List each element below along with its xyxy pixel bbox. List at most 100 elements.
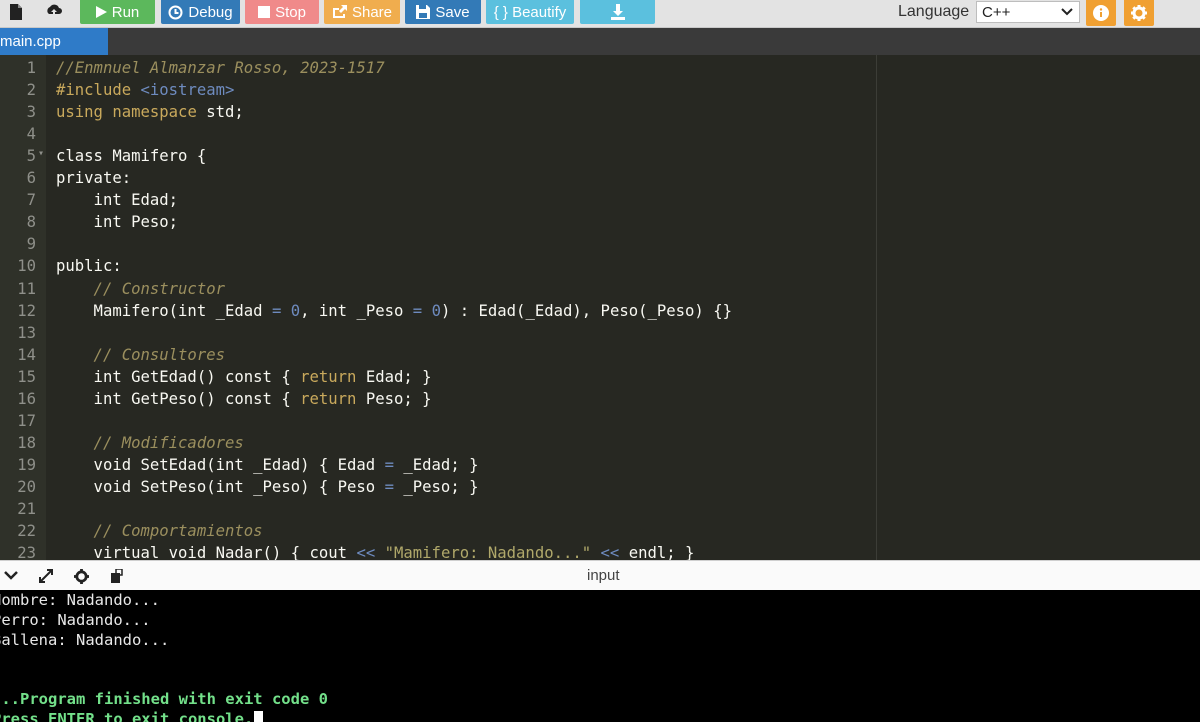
code-line[interactable]: 22 // Comportamientos — [0, 520, 1200, 542]
code-line[interactable]: 6 private: — [0, 167, 1200, 189]
console-output[interactable]: Nombre: Nadando... Perro: Nadando... Balle… — [0, 590, 1200, 722]
fold-toggle-icon[interactable]: ▾ — [38, 143, 44, 165]
code-line[interactable]: 19 void SetEdad(int _Edad) { Edad = _Eda… — [0, 454, 1200, 476]
share-label: Share — [351, 3, 393, 21]
code-text: private: — [56, 169, 132, 188]
share-button[interactable]: Share — [324, 0, 400, 24]
line-number: 9 — [26, 235, 36, 254]
line-number: 22 — [17, 522, 36, 541]
expand-icon[interactable] — [37, 568, 55, 584]
code-text: int GetEdad() const { return Edad; } — [56, 367, 432, 386]
download-icon — [610, 4, 625, 20]
code-line[interactable]: 5 ▾ class Mamifero { — [0, 145, 1200, 167]
debug-icon — [168, 5, 183, 19]
code-editor[interactable]: 1 //Enmnuel Almanzar Rosso, 2023-1517 2 #in… — [0, 55, 1200, 560]
code-line[interactable]: 1 //Enmnuel Almanzar Rosso, 2023-1517 — [0, 57, 1200, 79]
line-number: 5 — [26, 147, 36, 166]
code-text: // Modificadores — [56, 433, 244, 452]
code-line[interactable]: 3 using namespace std; — [0, 101, 1200, 123]
code-text: void SetEdad(int _Edad) { Edad = _Edad; … — [56, 455, 479, 474]
code-line[interactable]: 4 — [0, 123, 1200, 145]
line-number: 11 — [17, 279, 36, 298]
console-line: ...Program finished with exit code 0 — [0, 689, 328, 709]
code-line[interactable]: 21 — [0, 498, 1200, 520]
code-line[interactable]: 13 — [0, 322, 1200, 344]
code-text: int Edad; — [56, 191, 179, 210]
text-cursor — [254, 710, 264, 722]
toolbar: Run Debug Stop Share Save { } Beautify L… — [0, 0, 1200, 28]
clear-console-icon[interactable] — [107, 568, 125, 584]
console-line-text: Perro: Nadando... — [0, 610, 151, 629]
line-number: 12 — [17, 301, 36, 320]
save-button[interactable]: Save — [405, 0, 481, 24]
code-line[interactable]: 18 // Modificadores — [0, 432, 1200, 454]
line-number: 8 — [26, 213, 36, 232]
debug-button[interactable]: Debug — [161, 0, 240, 24]
console-settings-gear-icon[interactable] — [72, 568, 90, 584]
new-file-icon[interactable] — [2, 0, 30, 24]
code-line[interactable]: 14 // Consultores — [0, 344, 1200, 366]
code-text: using namespace std; — [56, 103, 244, 122]
code-line[interactable]: 9 — [0, 233, 1200, 255]
code-text: // Consultores — [56, 345, 225, 364]
code-line[interactable]: 2 #include <iostream> — [0, 79, 1200, 101]
console-line-text: Nombre: Nadando... — [0, 591, 160, 609]
code-text: void SetPeso(int _Peso) { Peso = _Peso; … — [56, 477, 479, 496]
chevron-down-icon — [1061, 8, 1073, 16]
file-tab-bar: main.cpp — [0, 28, 1200, 55]
code-text: int Peso; — [56, 213, 179, 232]
code-text: // Constructor — [56, 279, 225, 298]
line-number: 13 — [17, 323, 36, 342]
language-select[interactable]: C++ — [976, 1, 1080, 23]
code-line[interactable]: 8 int Peso; — [0, 211, 1200, 233]
beautify-button[interactable]: { } Beautify — [486, 0, 574, 24]
code-line[interactable]: 12 Mamifero(int _Edad = 0, int _Peso = 0… — [0, 300, 1200, 322]
language-value: C++ — [982, 3, 1011, 21]
line-number: 23 — [17, 544, 36, 560]
code-line[interactable]: 10 public: — [0, 255, 1200, 277]
code-text: int GetPeso() const { return Peso; } — [56, 389, 432, 408]
code-line[interactable]: 23 virtual void Nadar() { cout << "Mamif… — [0, 542, 1200, 560]
line-number: 3 — [26, 103, 36, 122]
run-label: Run — [111, 3, 140, 21]
console-line: Press ENTER to exit console. — [0, 709, 264, 722]
code-line[interactable]: 17 — [0, 410, 1200, 432]
line-number: 21 — [17, 500, 36, 518]
console-line: Ballena: Nadando... — [0, 630, 169, 650]
settings-button[interactable] — [1124, 0, 1154, 26]
code-text: // Comportamientos — [56, 522, 263, 541]
save-icon — [416, 5, 431, 19]
line-number: 14 — [17, 345, 36, 364]
code-line[interactable]: 15 int GetEdad() const { return Edad; } — [0, 366, 1200, 388]
debug-label: Debug — [188, 3, 233, 21]
tab-main-cpp[interactable]: main.cpp — [0, 28, 108, 55]
code-text: public: — [56, 257, 122, 276]
console-line: Perro: Nadando... — [0, 610, 151, 630]
save-label: Save — [435, 3, 470, 21]
stop-label: Stop — [275, 3, 306, 21]
code-line[interactable]: 16 int GetPeso() const { return Peso; } — [0, 388, 1200, 410]
line-number: 16 — [17, 389, 36, 408]
console-line-text: Ballena: Nadando... — [0, 630, 170, 649]
input-label: input — [587, 567, 620, 584]
code-text: virtual void Nadar() { cout << "Mamifero… — [56, 544, 695, 560]
code-line[interactable]: 20 void SetPeso(int _Peso) { Peso = _Pes… — [0, 476, 1200, 498]
console-line: Nombre: Nadando... — [0, 590, 160, 610]
line-number: 20 — [17, 477, 36, 496]
line-number: 18 — [17, 433, 36, 452]
code-text: #include <iostream> — [56, 81, 235, 100]
console-header: input — [0, 560, 1200, 590]
info-button[interactable] — [1086, 0, 1116, 26]
line-number: 19 — [17, 455, 36, 474]
stop-icon — [258, 6, 271, 18]
stop-button[interactable]: Stop — [245, 0, 319, 24]
run-button[interactable]: Run — [80, 0, 155, 24]
collapse-icon[interactable] — [2, 568, 20, 584]
code-line[interactable]: 7 int Edad; — [0, 189, 1200, 211]
download-button[interactable] — [580, 0, 655, 24]
play-icon — [95, 6, 107, 18]
upload-icon[interactable] — [40, 0, 68, 24]
code-line[interactable]: 11 // Constructor — [0, 278, 1200, 300]
tab-filename: main.cpp — [0, 33, 61, 50]
beautify-label: { } Beautify — [493, 3, 567, 21]
